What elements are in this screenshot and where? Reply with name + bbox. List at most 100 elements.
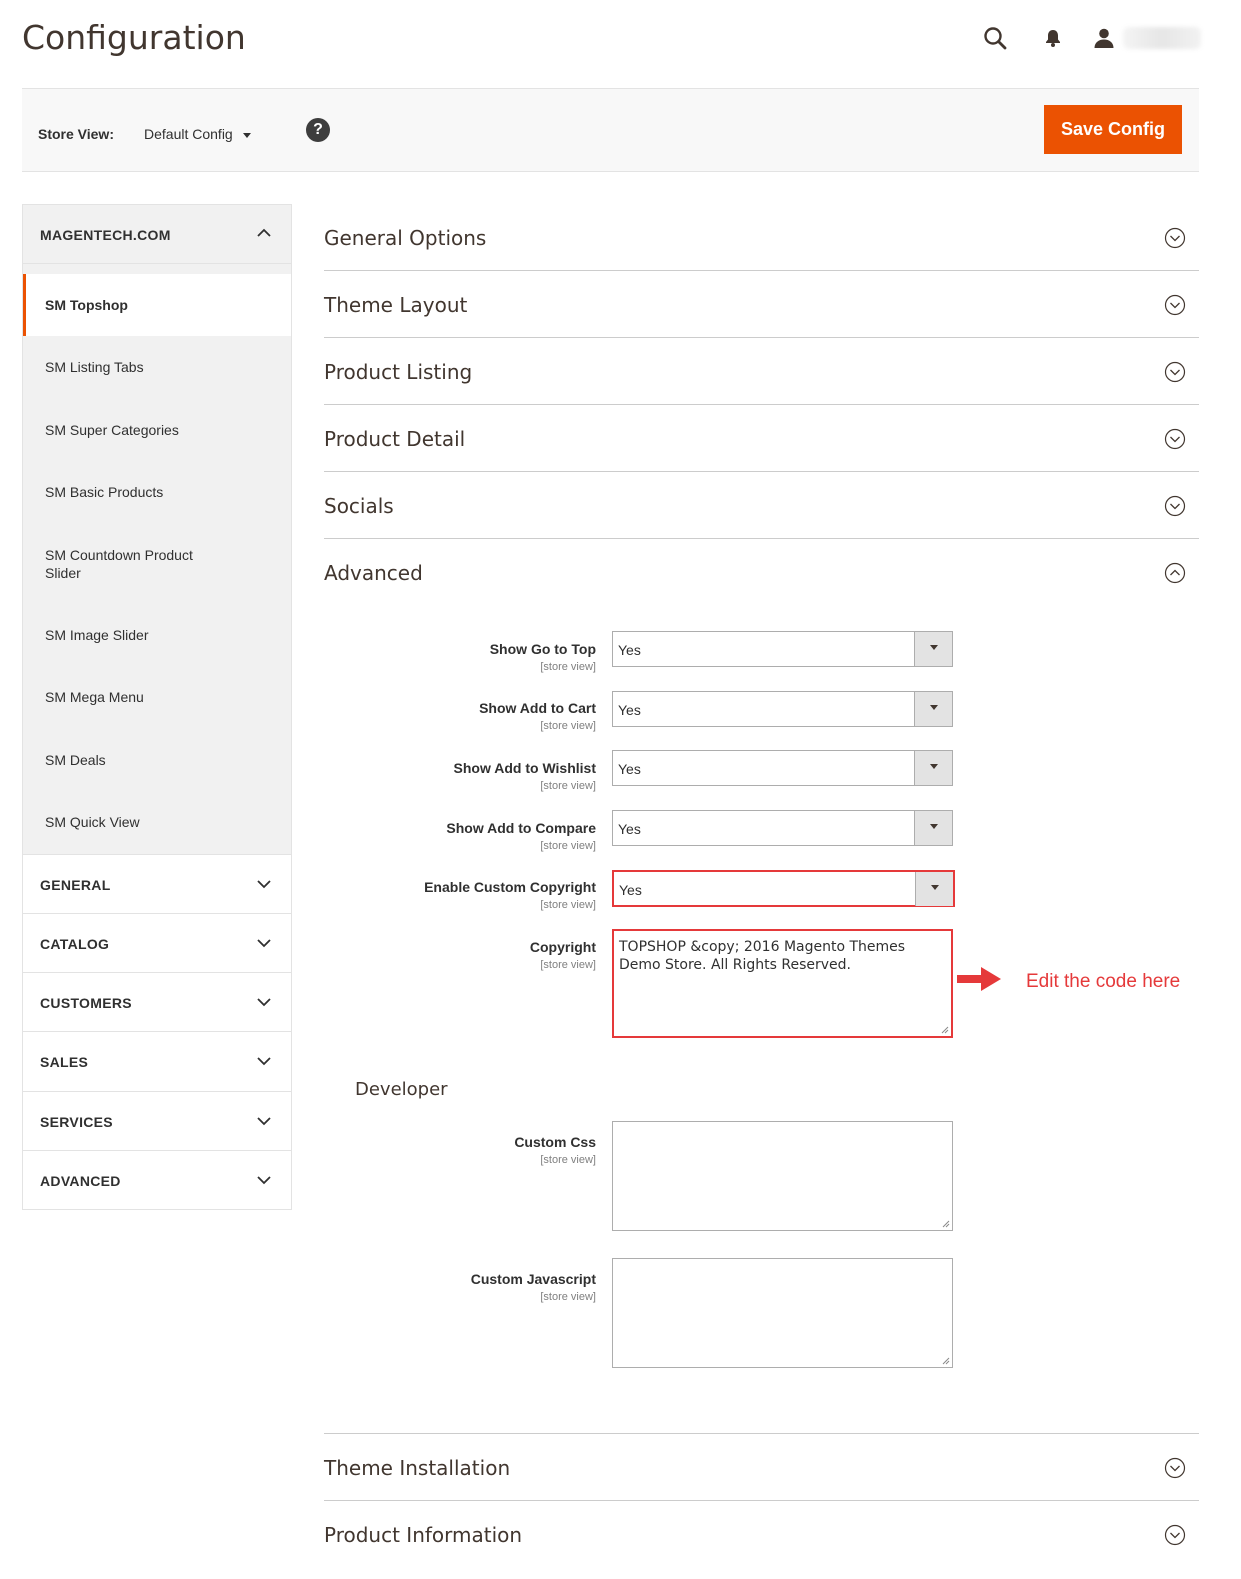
section-title: Product Listing [324, 360, 473, 384]
sidebar-tab-magentech[interactable]: MAGENTECH.COM [23, 205, 291, 264]
field-scope: [store view] [540, 1154, 596, 1166]
config-sidebar: MAGENTECH.COM SM Topshop SM Listing Tabs… [22, 204, 292, 1211]
annotation-arrow-icon [957, 967, 1001, 991]
store-view-label: Store View: [38, 126, 114, 142]
sidebar-group-advanced[interactable]: ADVANCED [23, 1149, 291, 1210]
expand-icon [1164, 227, 1186, 249]
collapse-icon [1164, 562, 1186, 584]
field-scope: [store view] [540, 720, 596, 732]
field-label-enable-custom-copyright: Enable Custom Copyright [424, 879, 596, 895]
field-scope: [store view] [540, 840, 596, 852]
sidebar-item-sm-mega-menu[interactable]: SM Mega Menu [23, 666, 291, 729]
resize-handle-icon[interactable] [941, 1026, 949, 1034]
caret-down-icon [242, 132, 251, 138]
field-label-custom-javascript: Custom Javascript [470, 1271, 596, 1287]
dropdown-arrow-icon [914, 811, 952, 845]
user-menu[interactable] [1093, 27, 1201, 49]
copyright-textarea[interactable]: TOPSHOP &copy; 2016 Magento Themes Demo … [612, 929, 953, 1038]
developer-group-title: Developer [355, 1079, 448, 1100]
select-value: Yes [619, 882, 642, 898]
chevron-down-icon [257, 1057, 271, 1066]
dropdown-arrow-icon [914, 751, 952, 785]
store-view-switcher[interactable]: Default Config [144, 126, 251, 142]
sidebar-item-sm-quick-view[interactable]: SM Quick View [23, 791, 291, 854]
sidebar-group-customers[interactable]: CUSTOMERS [23, 972, 291, 1032]
sidebar-item-sm-deals[interactable]: SM Deals [23, 729, 291, 792]
expand-icon [1164, 1457, 1186, 1479]
section-title: General Options [324, 226, 487, 250]
advanced-fieldset: Show Go to Top [store view] Yes Show Add… [324, 609, 1199, 1434]
select-value: Yes [618, 821, 641, 837]
chevron-down-icon [257, 1117, 271, 1125]
search-icon[interactable] [977, 20, 1013, 56]
sidebar-tab-label: MAGENTECH.COM [40, 227, 171, 243]
bell-icon[interactable] [1035, 20, 1071, 56]
sidebar-item-sm-countdown-product-slider[interactable]: SM Countdown Product Slider [23, 524, 291, 604]
section-product-detail[interactable]: Product Detail [324, 405, 1199, 472]
section-title: Product Detail [324, 427, 466, 451]
section-title: Theme Layout [324, 293, 468, 317]
store-view-bar: Store View: Default Config ? Save Config [22, 88, 1199, 172]
section-product-information[interactable]: Product Information [324, 1501, 1199, 1568]
chevron-down-icon [257, 879, 271, 888]
field-scope: [store view] [540, 1291, 596, 1303]
config-main: General Options Theme Layout Product Lis… [324, 204, 1199, 1568]
section-socials[interactable]: Socials [324, 472, 1199, 539]
select-show-add-to-compare[interactable]: Yes [612, 810, 953, 846]
annotation-text: Edit the code here [1026, 971, 1181, 992]
dropdown-arrow-icon [914, 632, 952, 666]
sidebar-item-sm-super-categories[interactable]: SM Super Categories [23, 399, 291, 462]
section-title: Advanced [324, 561, 423, 585]
section-title: Product Information [324, 1523, 523, 1547]
field-scope: [store view] [540, 661, 596, 673]
sidebar-group-services[interactable]: SERVICES [23, 1090, 291, 1150]
resize-handle-icon[interactable] [942, 1220, 950, 1228]
section-theme-installation[interactable]: Theme Installation [324, 1434, 1199, 1501]
field-scope: [store view] [540, 959, 596, 971]
save-config-button[interactable]: Save Config [1044, 105, 1182, 154]
select-show-go-to-top[interactable]: Yes [612, 631, 953, 667]
field-label-custom-css: Custom Css [514, 1134, 596, 1150]
select-show-add-to-wishlist[interactable]: Yes [612, 750, 953, 786]
sidebar-group-label: SERVICES [40, 1113, 113, 1130]
dropdown-arrow-icon [914, 692, 952, 726]
sidebar-group-catalog[interactable]: CATALOG [23, 912, 291, 973]
expand-icon [1164, 1524, 1186, 1546]
sidebar-group-general[interactable]: GENERAL [23, 853, 291, 913]
page-title: Configuration [22, 18, 246, 57]
copyright-text: TOPSHOP &copy; 2016 Magento Themes Demo … [619, 939, 906, 973]
select-show-add-to-cart[interactable]: Yes [612, 691, 953, 727]
sidebar-item-sm-listing-tabs[interactable]: SM Listing Tabs [23, 336, 291, 399]
header-actions [955, 20, 1201, 56]
chevron-down-icon [257, 998, 271, 1007]
section-title: Theme Installation [324, 1456, 511, 1480]
chevron-down-icon [257, 1176, 271, 1185]
expand-icon [1164, 495, 1186, 517]
expand-icon [1164, 428, 1186, 450]
section-advanced[interactable]: Advanced [324, 539, 1199, 609]
sidebar-item-sm-topshop[interactable]: SM Topshop [23, 274, 291, 336]
expand-icon [1164, 294, 1186, 316]
user-icon [1094, 28, 1114, 48]
field-scope: [store view] [540, 780, 596, 792]
help-icon[interactable]: ? [306, 118, 330, 142]
section-product-listing[interactable]: Product Listing [324, 338, 1199, 405]
field-label-show-add-to-wishlist: Show Add to Wishlist [453, 760, 596, 776]
select-enable-custom-copyright[interactable]: Yes [612, 870, 955, 907]
custom-javascript-textarea[interactable] [612, 1258, 953, 1368]
username-blurred [1123, 27, 1201, 49]
sidebar-item-sm-basic-products[interactable]: SM Basic Products [23, 461, 291, 524]
section-theme-layout[interactable]: Theme Layout [324, 271, 1199, 338]
section-general-options[interactable]: General Options [324, 204, 1199, 271]
field-label-show-go-to-top: Show Go to Top [489, 641, 596, 657]
field-label-show-add-to-compare: Show Add to Compare [446, 820, 596, 836]
custom-css-textarea[interactable] [612, 1121, 953, 1231]
sidebar-item-sm-image-slider[interactable]: SM Image Slider [23, 604, 291, 667]
chevron-up-icon [257, 228, 271, 237]
sidebar-group-label: SALES [40, 1054, 89, 1071]
resize-handle-icon[interactable] [942, 1357, 950, 1365]
sidebar-group-label: ADVANCED [40, 1172, 121, 1189]
section-title: Socials [324, 494, 394, 518]
sidebar-group-label: CUSTOMERS [40, 995, 132, 1012]
sidebar-group-sales[interactable]: SALES [23, 1031, 291, 1091]
